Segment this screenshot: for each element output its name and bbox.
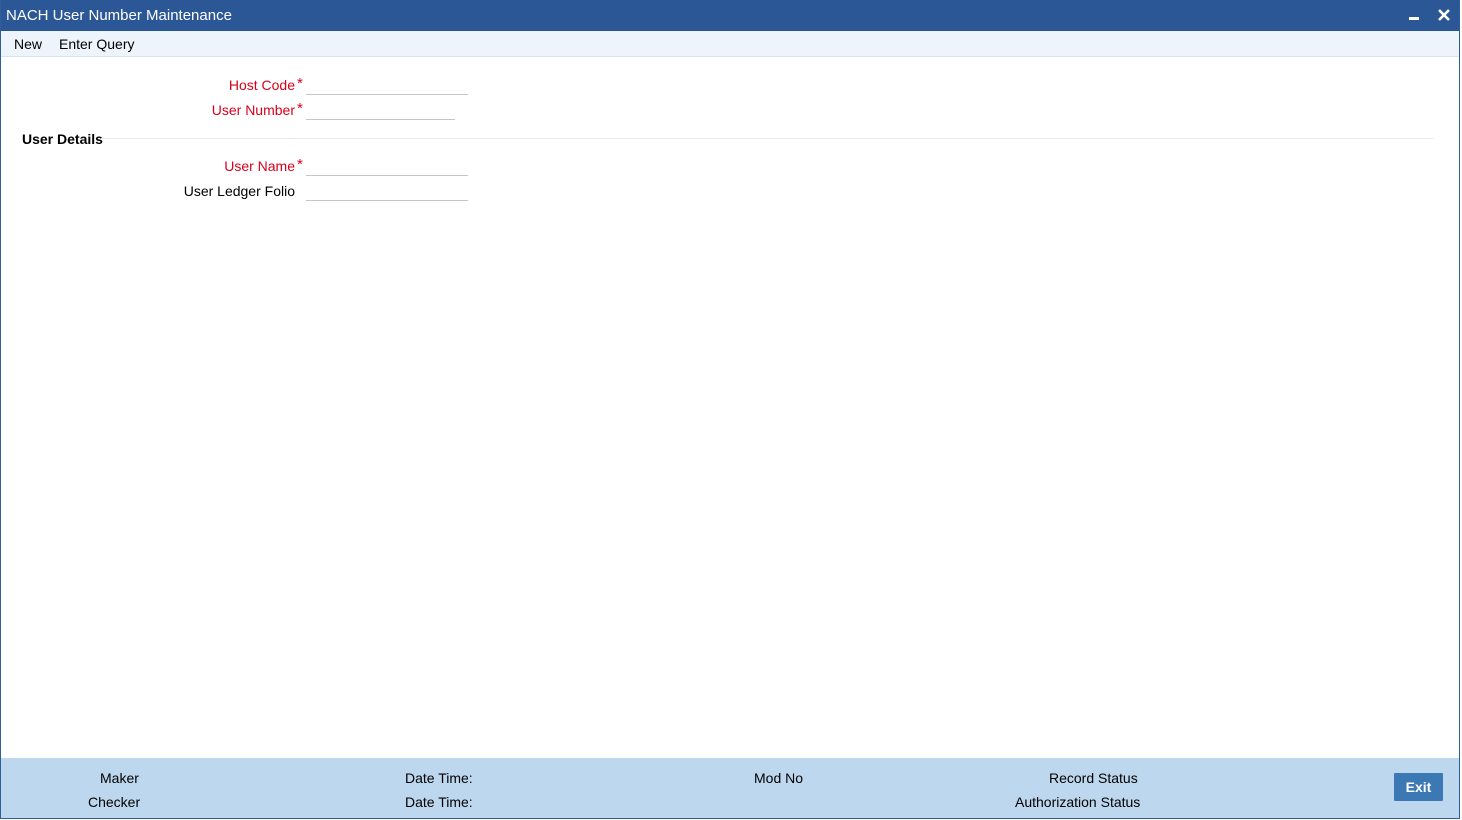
user-name-required-mark: * [297, 156, 303, 173]
user-ledger-folio-label: User Ledger Folio [183, 183, 295, 199]
toolbar: New Enter Query [1, 31, 1459, 57]
audit-footer: Maker Checker Date Time: Date Time: Mod … [1, 758, 1459, 818]
authorization-status-label: Authorization Status [1015, 794, 1141, 810]
new-button[interactable]: New [14, 36, 42, 52]
exit-button[interactable]: Exit [1394, 773, 1443, 801]
section-divider [101, 138, 1433, 139]
checker-label: Checker [88, 794, 141, 810]
window-title: NACH User Number Maintenance [6, 7, 232, 24]
user-number-required-mark: * [297, 100, 303, 117]
enter-query-button[interactable]: Enter Query [59, 36, 134, 52]
record-status-label: Record Status [1049, 770, 1138, 786]
user-ledger-folio-input[interactable] [306, 181, 468, 201]
user-name-label: User Name [224, 158, 295, 174]
user-number-label: User Number [211, 102, 295, 118]
maker-date-time-label: Date Time: [405, 770, 473, 786]
close-icon[interactable] [1435, 6, 1453, 24]
user-number-input[interactable] [306, 100, 455, 120]
maintenance-window: NACH User Number Maintenance New Enter Q… [0, 0, 1460, 819]
title-bar: NACH User Number Maintenance [1, 0, 1459, 31]
host-code-input[interactable] [306, 75, 468, 95]
mod-no-label: Mod No [754, 770, 804, 786]
user-name-input[interactable] [306, 156, 468, 176]
minimize-icon[interactable] [1405, 6, 1423, 24]
maker-label: Maker [100, 770, 139, 786]
checker-date-time-label: Date Time: [405, 794, 473, 810]
host-code-label: Host Code [228, 77, 295, 93]
user-details-section-title: User Details [22, 131, 103, 147]
host-code-required-mark: * [297, 75, 303, 92]
